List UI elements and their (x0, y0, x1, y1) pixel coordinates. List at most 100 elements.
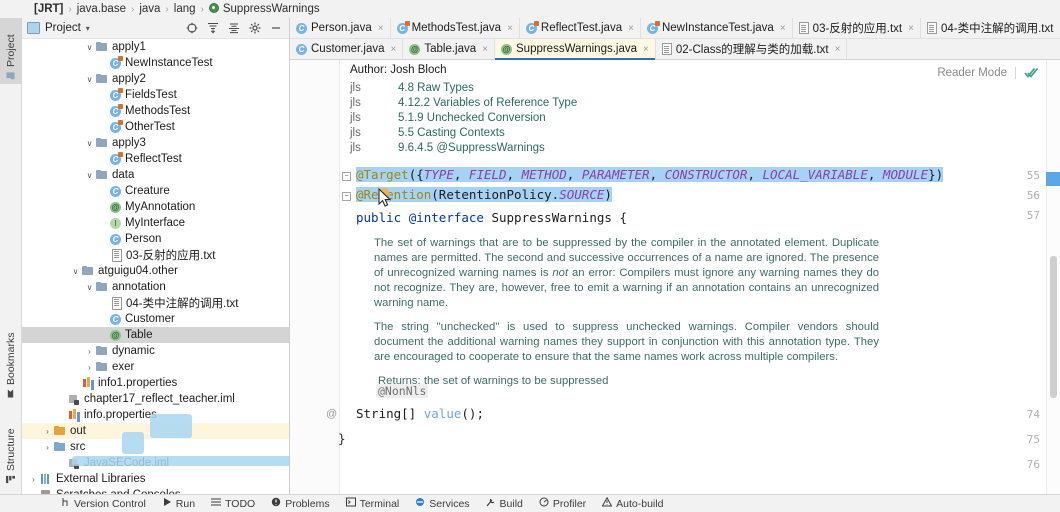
status-bar-item-run[interactable]: Run (162, 497, 195, 510)
javadoc-jls-link[interactable]: jls 4.8 Raw Types (350, 80, 577, 95)
status-bar-item-version-control[interactable]: Version Control (60, 497, 146, 510)
tree-node-myannotation[interactable]: ∨@MyAnnotation (22, 199, 289, 215)
breadcrumb-item-java[interactable]: java (135, 3, 164, 15)
code-line-74[interactable]: String[] value(); (356, 406, 484, 421)
tree-node-creature[interactable]: ∨CCreature (22, 183, 289, 199)
editor-tab-row-1[interactable]: C Person.java × C MethodsTest.java × C ReflectT… (290, 18, 1060, 39)
close-icon[interactable]: × (391, 44, 397, 55)
tree-expand-arrow[interactable]: ∨ (84, 171, 95, 180)
close-icon[interactable]: × (835, 44, 841, 55)
tree-expand-arrow[interactable]: › (28, 475, 39, 484)
tree-expand-arrow[interactable]: › (42, 427, 53, 436)
tree-node-javasecode-iml[interactable]: ∨JavaSECode.iml (22, 455, 289, 471)
inspection-check-icon[interactable] (1024, 66, 1038, 80)
tree-node-exer[interactable]: › exer (22, 359, 289, 375)
project-tree[interactable]: ∨apply1∨CNewInstanceTest∨apply2∨CFieldsT… (22, 39, 289, 494)
tree-expand-arrow[interactable]: ∨ (84, 283, 95, 292)
editor-gutter[interactable] (290, 60, 340, 494)
code-line-57[interactable]: public @interface SuppressWarnings { (356, 210, 627, 225)
tree-node-table[interactable]: ∨@Table (22, 327, 289, 343)
status-bar-item-services[interactable]: Services (415, 497, 470, 510)
javadoc-jls-link[interactable]: jls 9.6.4.5 @SuppressWarnings (350, 140, 577, 155)
status-bar-item-auto-build[interactable]: Auto-build (601, 496, 663, 510)
status-bar-item-profiler[interactable]: Profiler (539, 497, 586, 510)
editor-tab-04-txt[interactable]: 04-类中注解的调用.txt× (920, 18, 1060, 38)
editor-tab-02-class-txt[interactable]: 02-Class的理解与类的加载.txt × (655, 39, 848, 59)
target-icon[interactable] (184, 20, 200, 36)
tree-node-apply1[interactable]: ∨ apply1 (22, 39, 289, 55)
gear-icon[interactable] (247, 20, 263, 36)
tree-node-out[interactable]: › out (22, 423, 289, 439)
close-icon[interactable]: × (507, 23, 513, 34)
tree-node-apply2[interactable]: ∨ apply2 (22, 71, 289, 87)
tree-node-04-txt[interactable]: ∨04-类中注解的调用.txt (22, 295, 289, 311)
tree-node-dynamic[interactable]: › dynamic (22, 343, 289, 359)
close-icon[interactable]: × (908, 23, 914, 34)
tree-node-fieldstest[interactable]: ∨CFieldsTest (22, 87, 289, 103)
gutter-annotation-marker[interactable]: @ (326, 408, 337, 420)
tree-expand-arrow[interactable]: ∨ (84, 75, 95, 84)
javadoc-jls-link[interactable]: jls 5.5 Casting Contexts (350, 125, 577, 140)
selection-marker[interactable] (1046, 172, 1060, 186)
tree-node-annotation[interactable]: ∨ annotation (22, 279, 289, 295)
close-icon[interactable]: × (482, 44, 488, 55)
tree-node-person[interactable]: ∨CPerson (22, 231, 289, 247)
tree-node-scratches-and-consoles[interactable]: ›Scratches and Consoles (22, 487, 289, 494)
editor-tab-customer-java[interactable]: C Customer.java × (290, 39, 404, 59)
editor-tab-table-java[interactable]: @ Table.java × (403, 39, 495, 59)
tree-node-external-libraries[interactable]: › External Libraries (22, 471, 289, 487)
status-bar-item-problems[interactable]: Problems (271, 497, 330, 510)
tree-expand-arrow[interactable]: › (84, 347, 95, 356)
minimize-icon[interactable] (268, 20, 284, 36)
tree-expand-arrow[interactable]: › (84, 363, 95, 372)
tree-node-info1-properties[interactable]: ∨info1.properties (22, 375, 289, 391)
tree-expand-arrow[interactable]: ∨ (70, 267, 81, 276)
breadcrumb-item-jrt[interactable]: [JRT] (30, 3, 67, 15)
tree-expand-arrow[interactable]: ∨ (84, 43, 95, 52)
tree-node-atguigu04-other[interactable]: ∨ atguigu04.other (22, 263, 289, 279)
tree-node-03-txt[interactable]: ∨03-反射的应用.txt (22, 247, 289, 263)
tree-node-src[interactable]: › src (22, 439, 289, 455)
fold-marker[interactable]: − (342, 172, 351, 181)
editor-tab-person-java[interactable]: C Person.java × (290, 18, 391, 38)
tool-window-button-project[interactable]: Project (0, 18, 22, 84)
close-icon[interactable]: × (643, 44, 649, 55)
tree-expand-arrow[interactable]: › (42, 443, 53, 452)
status-bar[interactable]: Version Control Run TODO Problems Terminal Se… (0, 494, 1060, 512)
javadoc-jls-link[interactable]: jls 5.1.9 Unchecked Conversion (350, 110, 577, 125)
editor-tab-newinstancetest-java[interactable]: C NewInstanceTest.java × (640, 18, 793, 38)
code-line-55[interactable]: @Target({TYPE, FIELD, METHOD, PARAMETER,… (356, 167, 944, 182)
tree-node-info-properties[interactable]: ∨info.properties (22, 407, 289, 423)
tree-node-reflecttest[interactable]: ∨CReflectTest (22, 151, 289, 167)
tree-node-methodstest[interactable]: ∨CMethodsTest (22, 103, 289, 119)
status-bar-item-build[interactable]: Build (486, 497, 523, 510)
tree-node-myinterface[interactable]: ∨IMyInterface (22, 215, 289, 231)
tool-window-button-bookmarks[interactable]: Bookmarks (0, 328, 22, 402)
tree-node-customer[interactable]: ∨CCustomer (22, 311, 289, 327)
close-icon[interactable]: × (780, 23, 786, 34)
breadcrumb-item-lang[interactable]: lang (170, 3, 200, 15)
editor-tab-reflecttest-java[interactable]: C ReflectTest.java × (519, 18, 641, 38)
editor-tab-row-2[interactable]: C Customer.java × @ Table.java × @ SuppressWarn… (290, 39, 1060, 60)
nonnls-inlay-hint[interactable]: @NonNls (376, 384, 429, 398)
breadcrumb-item-suppresswarnings[interactable]: SuppressWarnings (205, 3, 324, 15)
close-icon[interactable]: × (628, 23, 634, 34)
code-editor[interactable]: 55 56 57 74 75 76 @ − − Reader Mode Auth… (290, 60, 1060, 494)
collapse-all-icon[interactable] (226, 20, 242, 36)
expand-all-icon[interactable] (205, 20, 221, 36)
status-bar-item-todo[interactable]: TODO (211, 497, 255, 510)
tree-node-chapter17-reflect-teacher-iml[interactable]: ∨chapter17_reflect_teacher.iml (22, 391, 289, 407)
javadoc-jls-links[interactable]: jls 4.8 Raw Types jls 4.12.2 Variables of R… (350, 80, 577, 155)
editor-tab-suppresswarnings-java[interactable]: @ SuppressWarnings.java × (495, 39, 656, 60)
editor-scrollbar-thumb[interactable] (1050, 256, 1057, 398)
tree-node-apply3[interactable]: ∨ apply3 (22, 135, 289, 151)
tree-node-othertest[interactable]: ∨COtherTest (22, 119, 289, 135)
close-icon[interactable]: × (378, 23, 384, 34)
editor-marker-bar[interactable] (1046, 60, 1060, 494)
tree-node-newinstancetest[interactable]: ∨CNewInstanceTest (22, 55, 289, 71)
code-line-56[interactable]: @Retention(RetentionPolicy.SOURCE) (356, 187, 612, 202)
javadoc-jls-link[interactable]: jls 4.12.2 Variables of Reference Type (350, 95, 577, 110)
editor-tab-03-txt[interactable]: 03-反射的应用.txt × (792, 18, 921, 38)
tree-node-data[interactable]: ∨ data (22, 167, 289, 183)
reader-mode-control[interactable]: Reader Mode (937, 66, 1038, 80)
